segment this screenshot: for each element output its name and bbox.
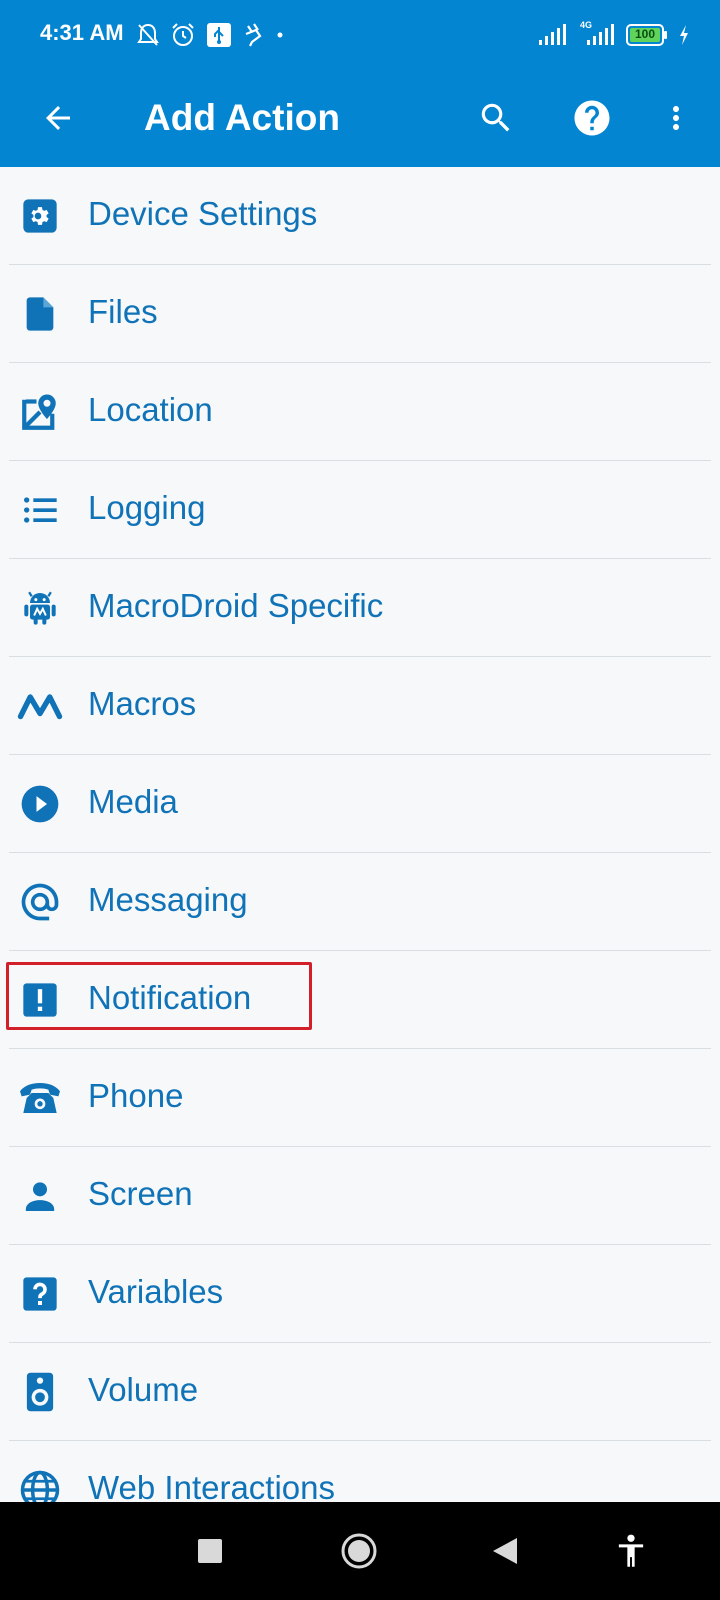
system-nav-bar [0,1502,720,1600]
charging-bolt-icon [678,24,690,46]
recents-button[interactable] [185,1526,235,1576]
question-box-icon [16,1270,64,1318]
file-icon [16,290,64,338]
search-button[interactable] [468,90,524,146]
battery-level: 100 [634,27,656,41]
list-item-screen[interactable]: Screen [0,1147,720,1245]
macrodroid-logo-icon [16,682,64,730]
search-icon [477,99,515,137]
list-item-label: Files [88,293,158,330]
charging-plug-icon [242,22,264,48]
list-item-label: Variables [88,1273,224,1310]
action-category-list: Device Settings Files Location Logging M… [0,167,720,1502]
toolbar: Add Action [0,70,720,167]
phone-icon [16,1074,64,1122]
notification-highlight-box [6,962,312,1030]
usb-icon [206,22,232,48]
arrow-back-icon [40,100,76,136]
list-item-media[interactable]: Media [0,755,720,853]
list-item-label: Web Interactions [88,1469,336,1502]
list-item-label: Location [88,391,213,428]
more-options-button[interactable] [648,90,704,146]
list-item-phone[interactable]: Phone [0,1049,720,1147]
back-button[interactable] [30,90,86,146]
list-item-label: Screen [88,1175,193,1212]
play-circle-icon [16,780,64,828]
page-title: Add Action [144,97,340,138]
speaker-icon [16,1368,64,1416]
list-item-messaging[interactable]: Messaging [0,853,720,951]
list-item-device-settings[interactable]: Device Settings [0,167,720,265]
square-icon [197,1538,223,1564]
signal-icon [538,24,568,46]
list-item-web-interactions[interactable]: Web Interactions [0,1441,720,1502]
app-bar: 4:31 AM 4G 100 Add Action [0,0,720,167]
person-icon [16,1172,64,1220]
list-item-label: Logging [88,489,206,526]
map-pin-icon [16,388,64,436]
status-time: 4:31 AM [40,20,124,45]
dot-icon [274,29,286,41]
list-item-label: Messaging [88,881,248,918]
accessibility-button[interactable] [606,1526,656,1576]
globe-icon [16,1466,64,1502]
list-item-variables[interactable]: Variables [0,1245,720,1343]
back-nav-button[interactable] [480,1526,530,1576]
signal-4g-icon: 4G [578,20,616,46]
help-button[interactable] [564,90,620,146]
home-button[interactable] [334,1526,384,1576]
list-icon [16,486,64,534]
status-bar: 4:31 AM 4G 100 [0,0,720,70]
battery-icon: 100 [626,24,668,46]
status-right-icons: 4G 100 [538,18,690,52]
help-circle-icon [571,97,613,139]
list-item-label: Macros [88,685,197,722]
list-item-label: Device Settings [88,195,318,232]
list-item-files[interactable]: Files [0,265,720,363]
android-icon [16,584,64,632]
triangle-back-icon [491,1536,519,1566]
alarm-icon [170,22,196,48]
at-sign-icon [16,878,64,926]
status-left-icons [136,20,286,50]
list-item-label: Media [88,783,178,820]
list-item-label: MacroDroid Specific [88,587,384,624]
accessibility-icon [616,1534,646,1568]
list-item-macros[interactable]: Macros [0,657,720,755]
list-item-label: Volume [88,1371,199,1408]
gear-icon [16,192,64,240]
list-item-location[interactable]: Location [0,363,720,461]
list-item-label: Phone [88,1077,184,1114]
list-item-logging[interactable]: Logging [0,461,720,559]
more-vert-icon [658,100,694,136]
network-type-label: 4G [580,20,593,30]
circle-icon [340,1532,378,1570]
list-item-volume[interactable]: Volume [0,1343,720,1441]
muted-bell-icon [136,22,160,48]
list-item-macrodroid-specific[interactable]: MacroDroid Specific [0,559,720,657]
